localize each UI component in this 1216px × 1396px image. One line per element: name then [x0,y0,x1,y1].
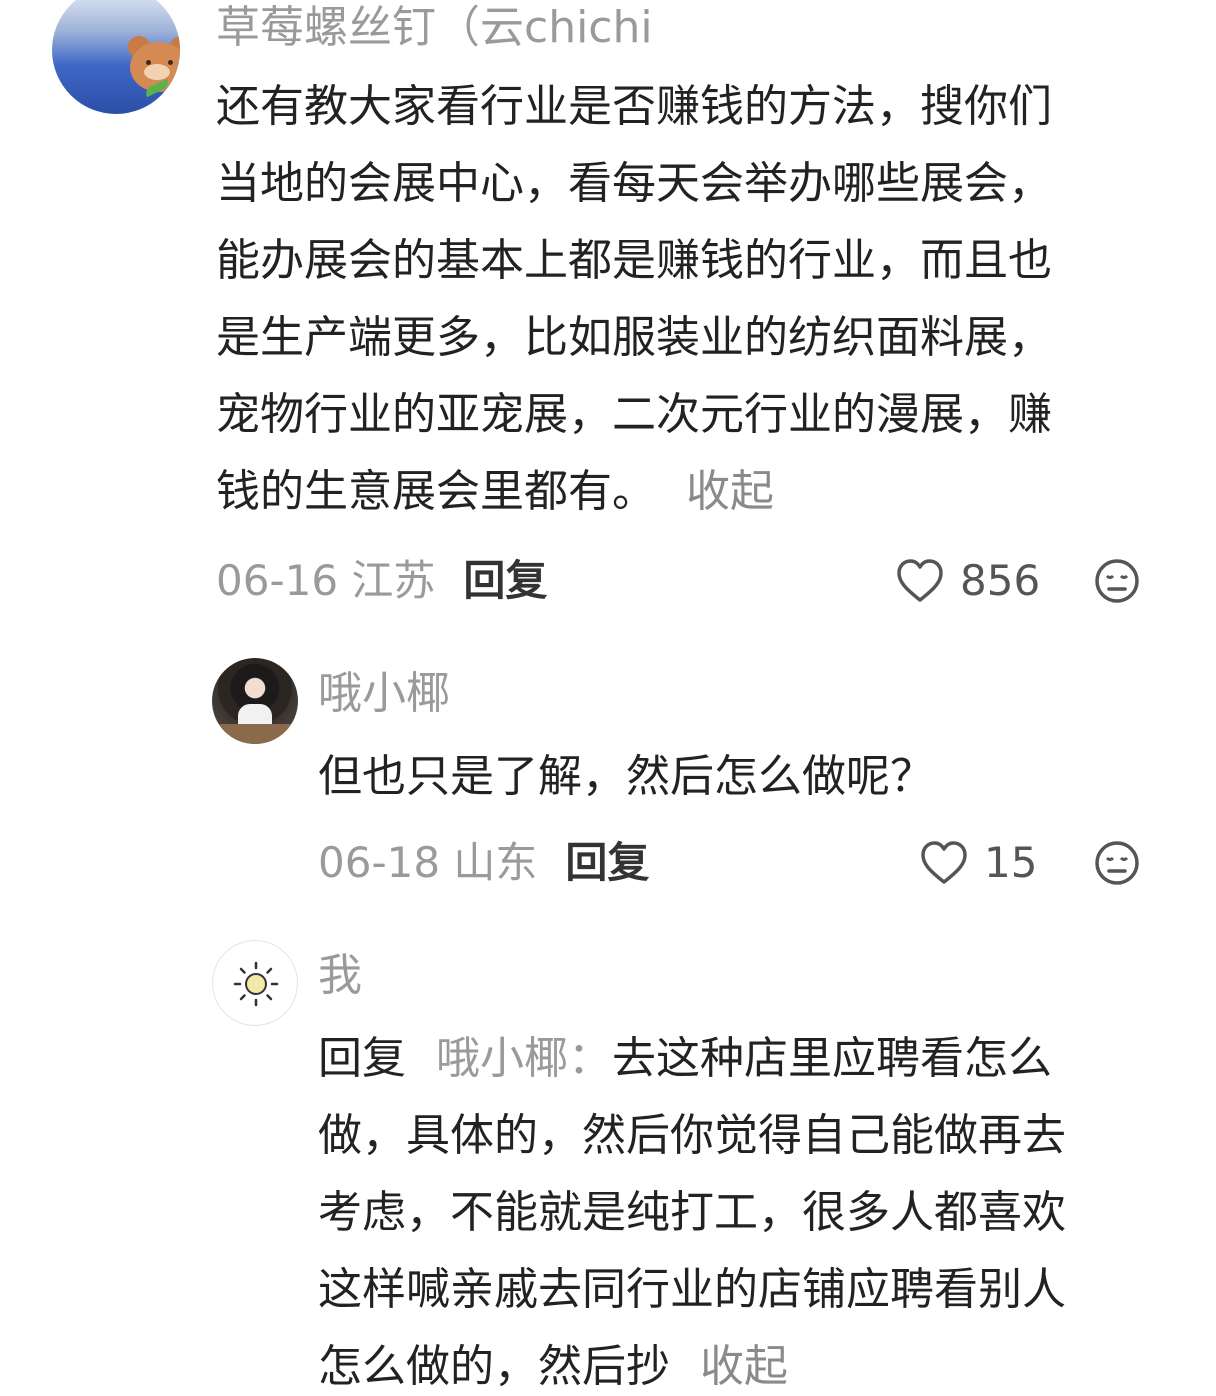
collapse-link[interactable]: 收起 [686,466,774,517]
reply-button[interactable]: 回复 [463,556,547,605]
like-button[interactable]: 15 [920,838,1037,887]
comment-meta: 06-18 山东 回复 [318,842,649,884]
comment-line: 回复 哦小椰：去这种店里应聘看怎么 [318,1020,1066,1097]
comment-line: 当地的会展中心，看每天会举办哪些展会， [216,158,1052,209]
heart-outline-icon [921,840,967,884]
like-button[interactable]: 856 [896,556,1040,605]
avatar[interactable] [212,940,298,1026]
comment-body: 但也只是了解，然后怎么做呢？ [318,738,934,815]
bear-eye [168,60,173,65]
comment-line: 怎么做的，然后抄 收起 [318,1328,1066,1396]
username[interactable]: 草莓螺丝钉（云chichi [216,6,653,50]
comment-line: 钱的生意展会里都有。 收起 [216,453,1052,530]
username[interactable]: 哦小椰 [318,672,450,716]
comment-line: 是生产端更多，比如服装业的纺织面料展， [216,312,1052,363]
comment-line: 宠物行业的亚宠展，二次元行业的漫展，赚 [216,389,1052,440]
comment-line: 这样喊亲戚去同行业的店铺应聘看别人 [318,1264,1066,1315]
comment-line: 还有教大家看行业是否赚钱的方法，搜你们 [216,81,1052,132]
comment-line: 考虑，不能就是纯打工，很多人都喜欢 [318,1187,1066,1238]
date-location: 06-16 江苏 [216,556,436,605]
comment-line-text: 去这种店里应聘看怎么 [612,1033,1052,1084]
comment-body: 回复 哦小椰：去这种店里应聘看怎么 做，具体的，然后你觉得自己能做再去 考虑，不能… [318,1020,1066,1396]
reply-button[interactable]: 回复 [565,838,649,887]
comment-line: 做，具体的，然后你觉得自己能做再去 [318,1110,1066,1161]
comment-line: 但也只是了解，然后怎么做呢？ [318,751,934,802]
neutral-face-icon[interactable] [1094,840,1140,886]
bear-eye [146,60,151,65]
reply-target-username[interactable]: 哦小椰： [436,1033,612,1084]
comment-line: 能办展会的基本上都是赚钱的行业，而且也 [216,235,1052,286]
like-count: 15 [984,838,1038,887]
date-location: 06-18 山东 [318,838,538,887]
neutral-face-icon[interactable] [1094,558,1140,604]
avatar-table [212,724,298,744]
avatar[interactable] [52,0,180,114]
username[interactable]: 我 [318,954,362,998]
comment-line-text: 钱的生意展会里都有。 [216,466,656,517]
bear-face [144,64,170,80]
heart-outline-icon [897,558,943,602]
collapse-link[interactable]: 收起 [700,1341,788,1392]
like-count: 856 [960,556,1041,605]
avatar[interactable] [212,658,298,744]
comment-body: 还有教大家看行业是否赚钱的方法，搜你们 当地的会展中心，看每天会举办哪些展会， … [216,68,1052,530]
comment-meta: 06-16 江苏 回复 [216,560,547,602]
comment-line-text: 怎么做的，然后抄 [318,1341,670,1392]
sun-icon [233,961,279,1007]
reply-prefix: 回复 [318,1033,406,1084]
